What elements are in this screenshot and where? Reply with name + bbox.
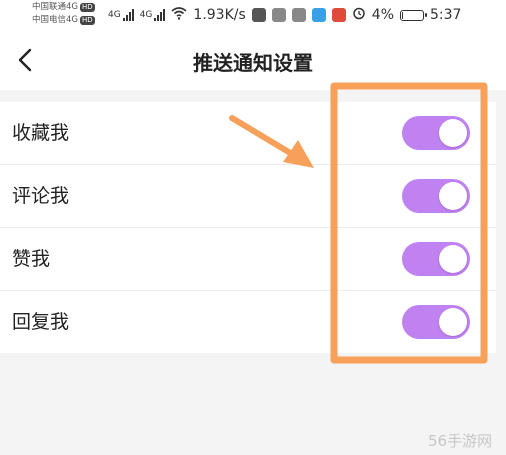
toggle-knob: [439, 119, 467, 147]
page-title: 推送通知设置: [193, 51, 313, 75]
toggle-knob: [439, 245, 467, 273]
settings-row-favorite: 收藏我: [0, 102, 496, 165]
carrier-1: 中国联通4G HD: [32, 1, 95, 14]
setting-label: 回复我: [12, 311, 70, 333]
app-notification-icon: [271, 8, 286, 22]
carrier-info: 中国联通4G HD 中国电信4G HD: [32, 1, 95, 27]
app-notification-icon: [291, 8, 306, 22]
net-speed: 1.93K/s: [193, 7, 246, 23]
network-type-label: 4G: [139, 10, 153, 20]
settings-list: 收藏我 评论我 赞我 回复我: [0, 102, 496, 353]
setting-label: 赞我: [12, 248, 51, 270]
battery-level: [402, 11, 403, 19]
settings-row-like: 赞我: [0, 228, 496, 291]
app-notification-icon: [251, 8, 266, 22]
signal-icon: [154, 9, 166, 21]
favorite-toggle[interactable]: [402, 116, 470, 150]
watermark: 56手游网: [428, 432, 493, 450]
like-toggle[interactable]: [402, 242, 470, 276]
hd-badge: HD: [80, 16, 95, 25]
signal-icon: [122, 9, 134, 21]
battery-percent: 4%: [371, 7, 394, 23]
clock: 5:37: [430, 7, 462, 23]
setting-label: 评论我: [12, 185, 70, 207]
toggle-knob: [439, 182, 467, 210]
app-notification-icon: [331, 8, 346, 22]
wifi-icon: [171, 6, 187, 24]
carrier-1-label: 中国联通4G: [32, 2, 78, 12]
reply-toggle[interactable]: [402, 305, 470, 339]
status-icons: 4G 4G 1.93K/s 4% 5:37: [108, 4, 461, 26]
battery-icon: [400, 9, 427, 21]
network-type-label: 4G: [108, 10, 121, 20]
comment-toggle[interactable]: [402, 179, 470, 213]
app-notification-icon: [311, 8, 326, 22]
status-bar: 中国联通4G HD 中国电信4G HD 4G 4G 1.93K/s 4% 5:3…: [0, 0, 506, 30]
alarm-icon: [352, 6, 366, 24]
carrier-2: 中国电信4G HD: [32, 14, 95, 27]
hd-badge: HD: [80, 3, 95, 12]
nav-bar: 推送通知设置: [0, 30, 506, 90]
settings-row-comment: 评论我: [0, 165, 496, 228]
settings-row-reply: 回复我: [0, 291, 496, 353]
carrier-2-label: 中国电信4G: [32, 15, 78, 25]
toggle-knob: [439, 308, 467, 336]
setting-label: 收藏我: [12, 122, 70, 144]
